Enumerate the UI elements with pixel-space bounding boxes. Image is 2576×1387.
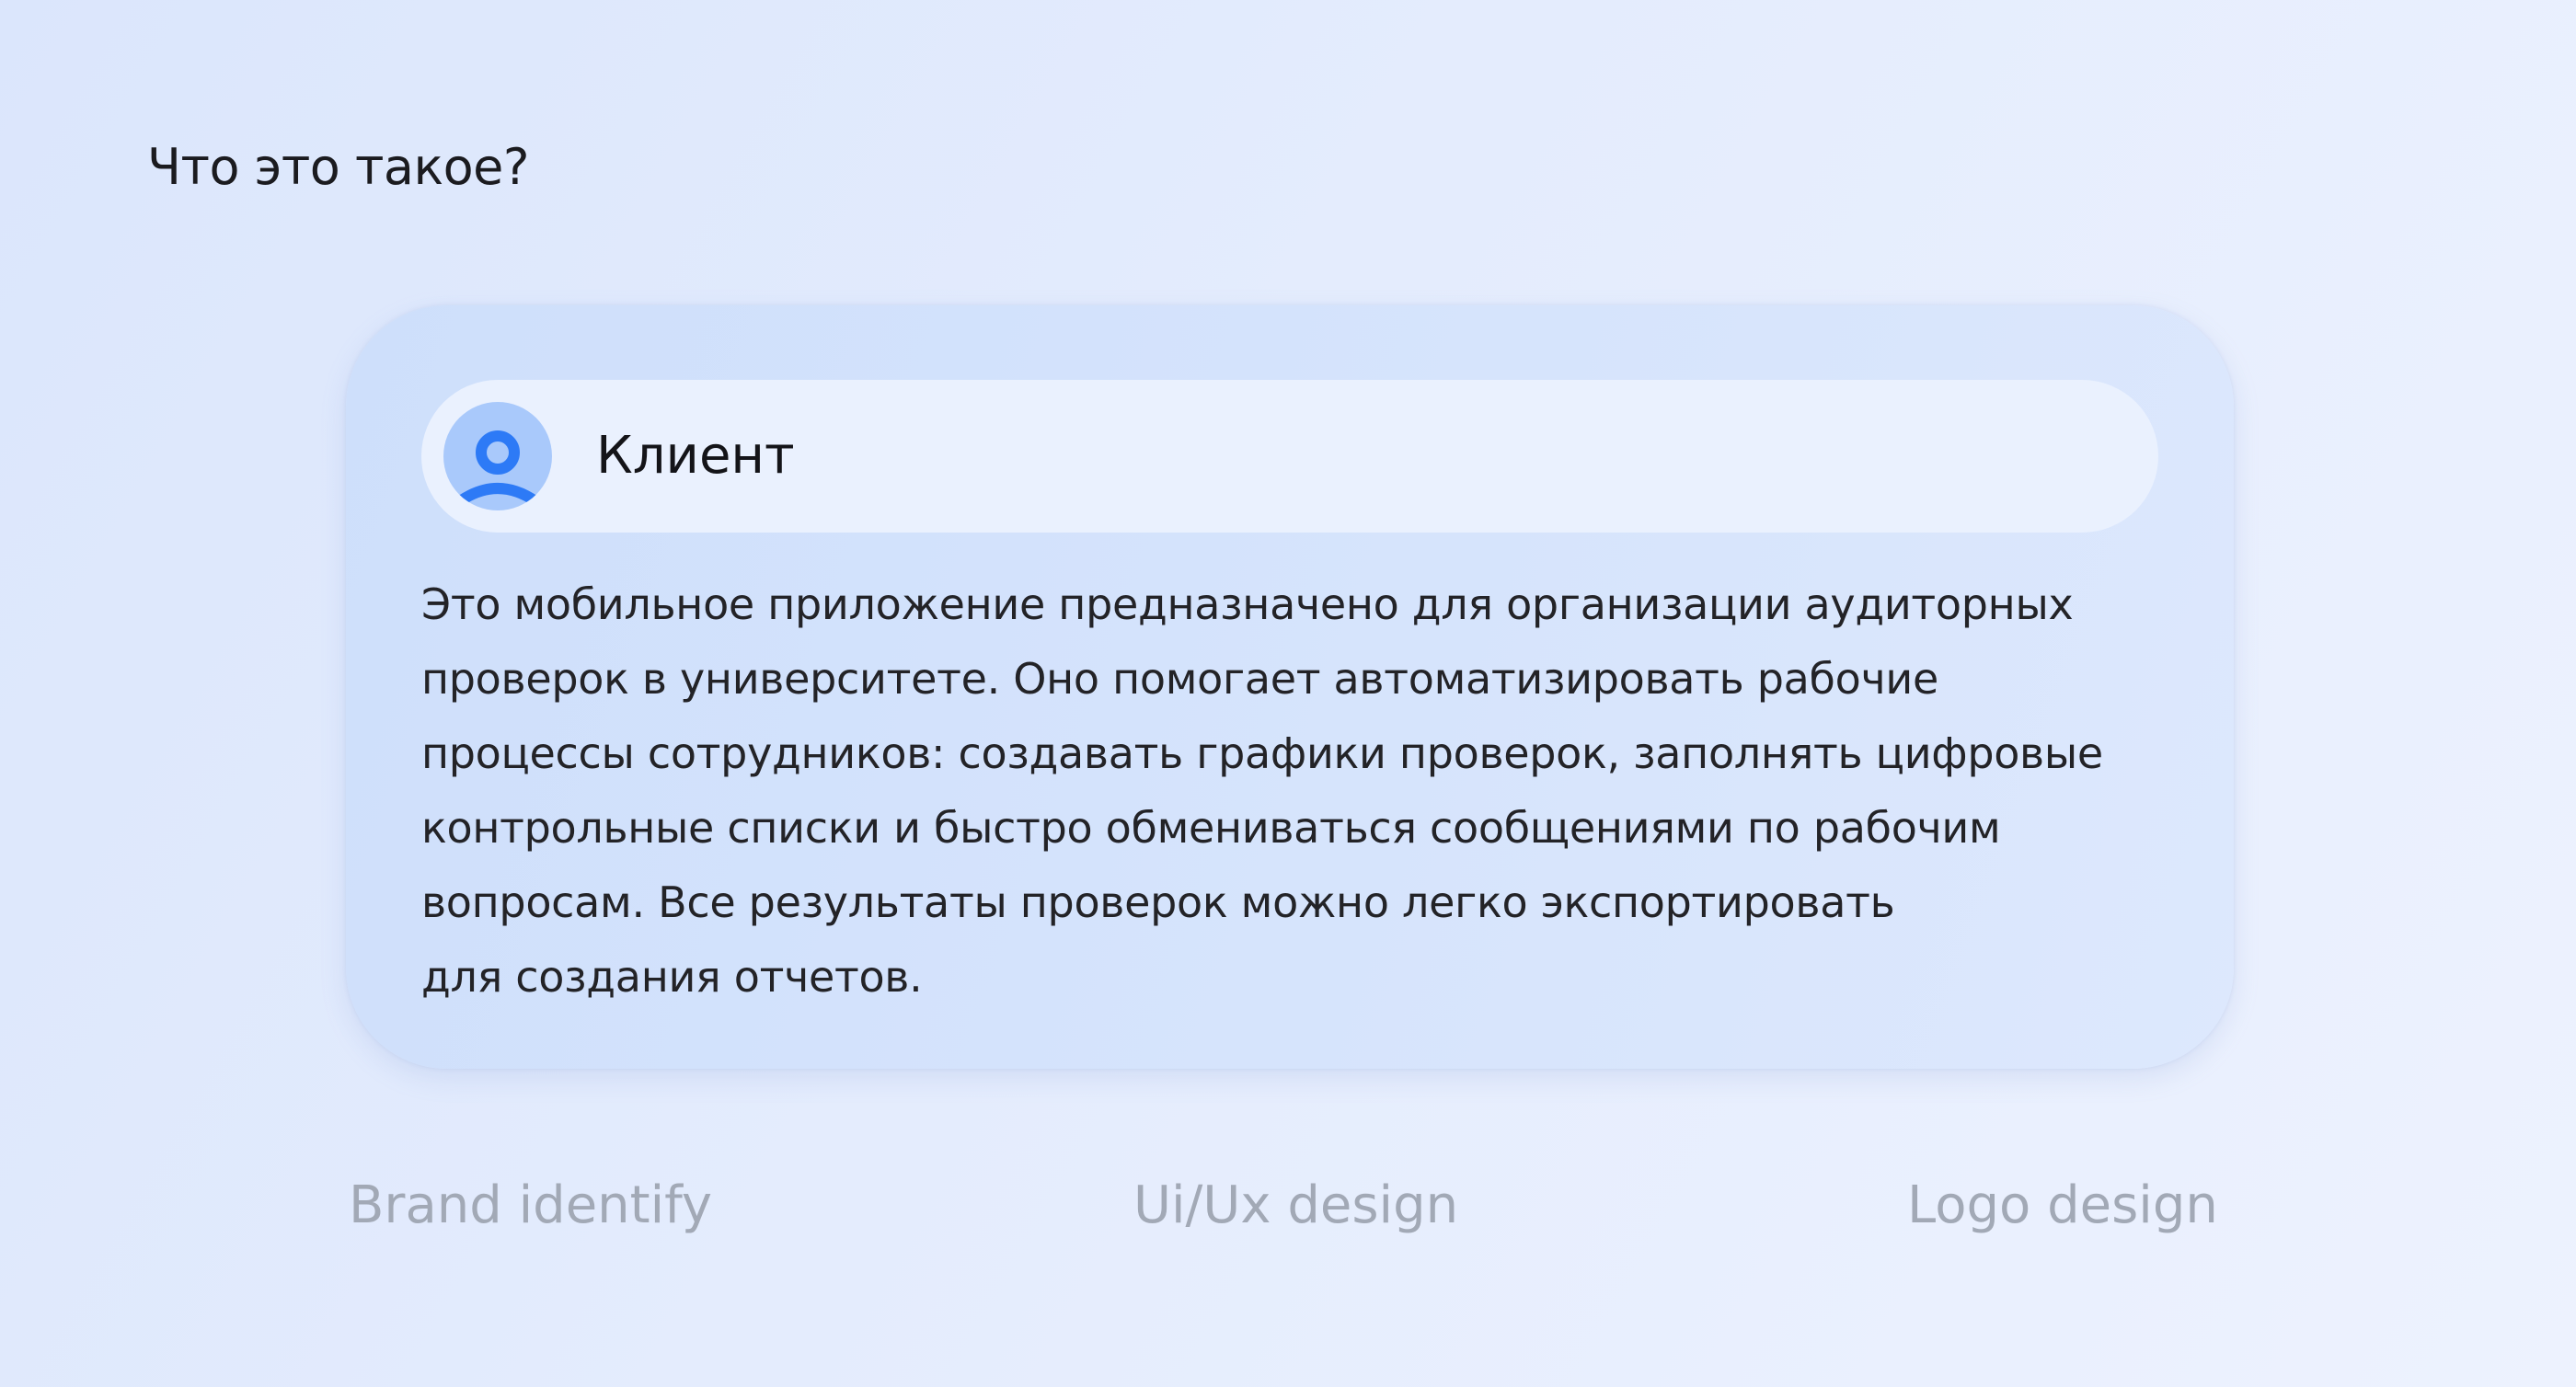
- description-line: процессы сотрудников: создавать графики …: [421, 728, 2103, 778]
- page-title: Что это такое?: [147, 138, 530, 196]
- description-line: для создания отчетов.: [421, 952, 923, 1002]
- description-line: контрольные списки и быстро обмениваться…: [421, 803, 2001, 853]
- description-line: вопросам. Все результаты проверок можно …: [421, 877, 1895, 927]
- user-icon: [454, 430, 541, 507]
- tag-brand-identify: Brand identify: [349, 1175, 713, 1235]
- description-text: Это мобильное приложение предназначено д…: [421, 567, 2188, 1014]
- tag-ui-ux-design: Ui/Ux design: [1133, 1175, 1459, 1235]
- client-card: Клиент Это мобильное приложение предназн…: [346, 305, 2234, 1069]
- description-line: проверок в университете. Оно помогает ав…: [421, 654, 1938, 704]
- description-line: Это мобильное приложение предназначено д…: [421, 579, 2074, 629]
- avatar: [443, 402, 552, 510]
- tag-logo-design: Logo design: [1907, 1175, 2218, 1235]
- client-label: Клиент: [596, 426, 795, 486]
- client-header: Клиент: [421, 380, 2158, 533]
